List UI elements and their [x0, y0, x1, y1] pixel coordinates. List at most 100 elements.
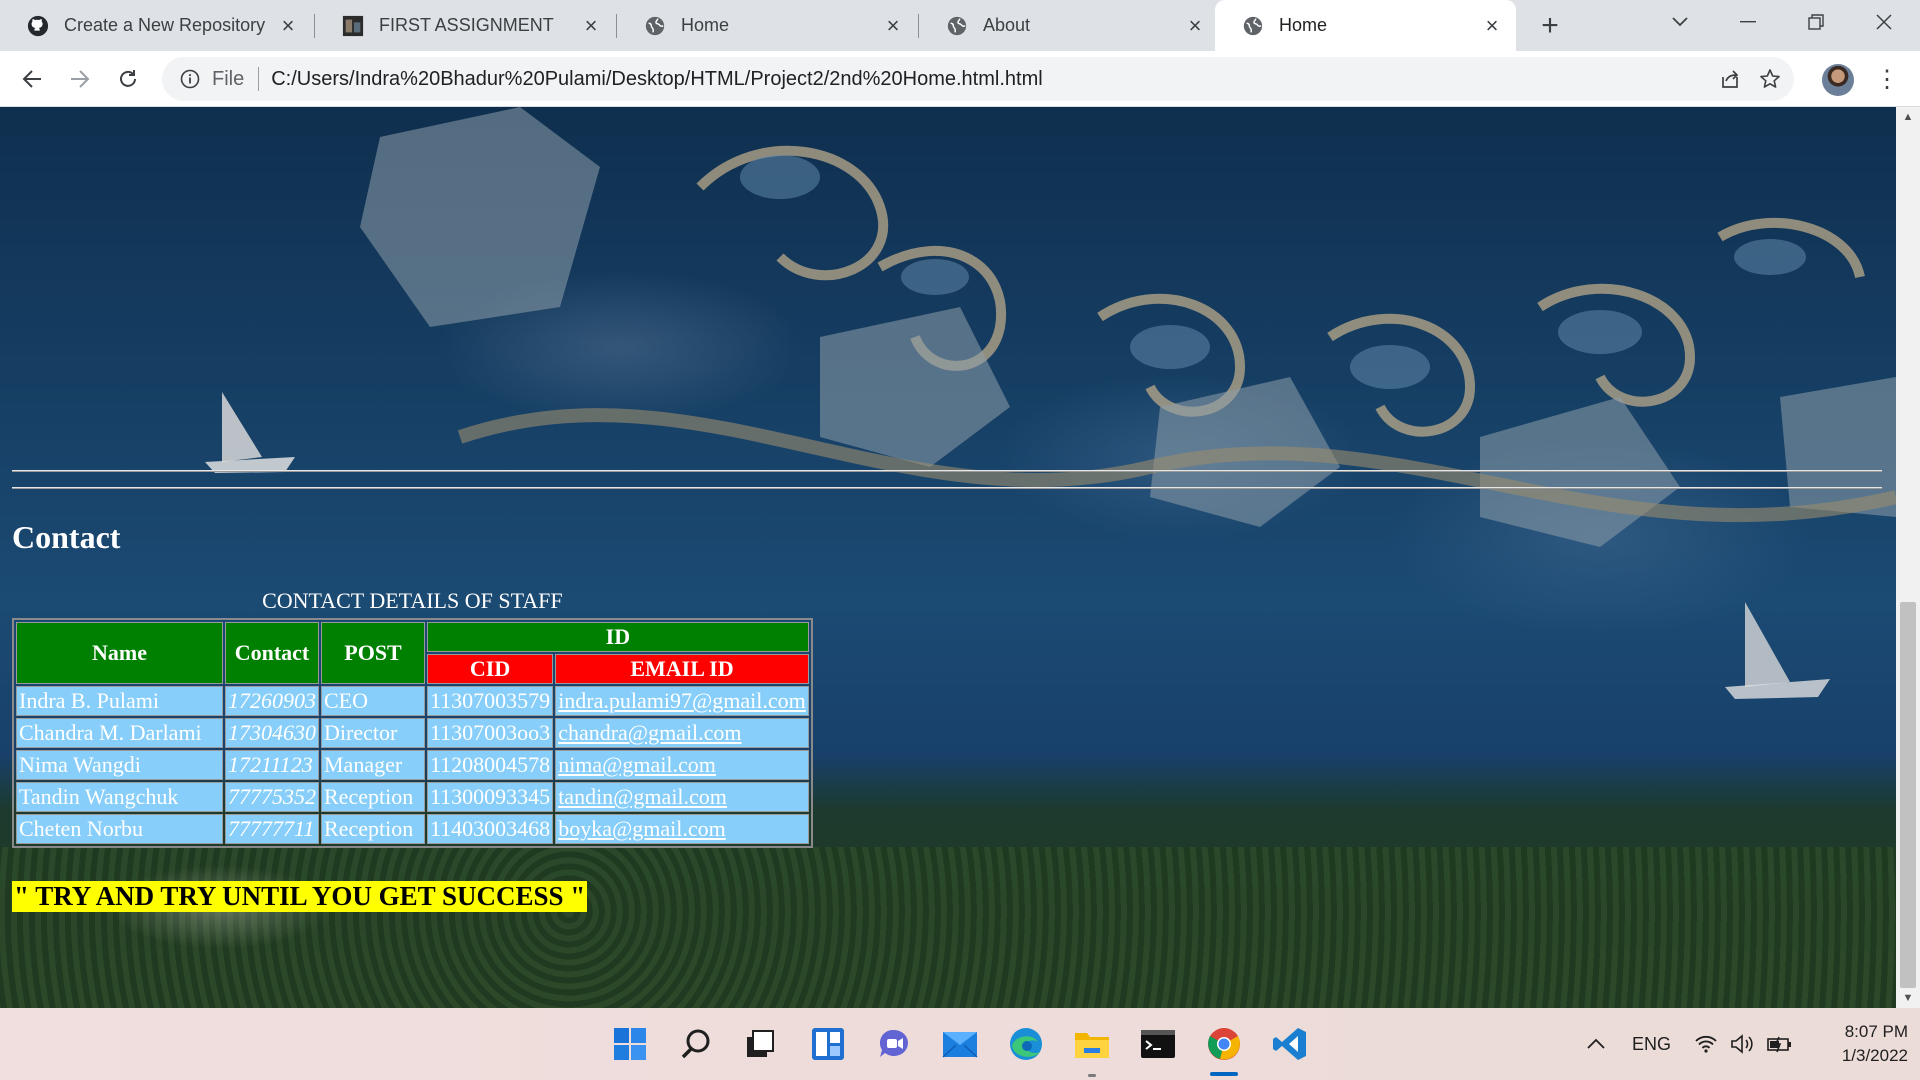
info-icon[interactable] [180, 68, 202, 90]
minimize-button[interactable] [1718, 0, 1778, 44]
cell-name: Cheten Norbu [16, 814, 223, 844]
active-app-indicator [1210, 1072, 1238, 1076]
email-link[interactable]: indra.pulami97@gmail.com [558, 688, 806, 713]
cell-email: chandra@gmail.com [555, 718, 809, 748]
close-icon[interactable]: × [1480, 13, 1504, 38]
cell-name: Indra B. Pulami [16, 686, 223, 716]
header-id: ID [427, 622, 809, 652]
tab-about[interactable]: About × [919, 0, 1219, 51]
back-button[interactable] [14, 61, 50, 97]
mail-icon[interactable] [940, 1024, 980, 1064]
globe-icon [643, 14, 667, 38]
tab-label: About [983, 15, 1031, 35]
scroll-down-arrow-icon[interactable]: ▼ [1896, 988, 1920, 1008]
address-bar[interactable]: File C:/Users/Indra%20Bhadur%20Pulami/De… [162, 57, 1794, 101]
scheme-label: File [212, 67, 245, 90]
contact-heading: Contact [12, 519, 121, 555]
motto-banner: " TRY AND TRY UNTIL YOU GET SUCCESS " [12, 881, 588, 912]
table-row: Indra B. Pulami 17260903 CEO 11307003579… [16, 686, 809, 716]
cell-email: tandin@gmail.com [555, 782, 809, 812]
address-divider [258, 67, 260, 91]
cell-cid: 11307003oo3 [427, 718, 554, 748]
volume-icon[interactable] [1730, 1008, 1756, 1080]
cell-contact: 77777711 [225, 814, 319, 844]
teams-chat-icon[interactable] [874, 1024, 914, 1064]
cell-post: Reception [321, 782, 425, 812]
battery-charging-icon[interactable] [1766, 1008, 1794, 1080]
vscode-icon[interactable] [1270, 1024, 1310, 1064]
sailboat-left [205, 392, 295, 473]
scroll-up-arrow-icon[interactable]: ▲ [1896, 107, 1920, 127]
tab-search-chevron-icon[interactable] [1650, 0, 1710, 44]
scroll-thumb[interactable] [1900, 602, 1916, 988]
running-app-indicator [1088, 1074, 1096, 1077]
windows-taskbar: ENG 8:07 PM 1/3/2022 [0, 1008, 1920, 1080]
language-indicator[interactable]: ENG [1632, 1008, 1671, 1080]
cell-post: Manager [321, 750, 425, 780]
cell-cid: 11300093345 [427, 782, 554, 812]
share-icon[interactable] [1710, 57, 1750, 101]
email-link[interactable]: boyka@gmail.com [558, 816, 726, 841]
cell-post: Director [321, 718, 425, 748]
header-cid: CID [427, 654, 554, 684]
header-post: POST [321, 622, 425, 684]
page-scrollbar[interactable]: ▲ ▼ [1896, 107, 1920, 1008]
clock-date: 1/3/2022 [1841, 1046, 1908, 1065]
system-clock[interactable]: 8:07 PM 1/3/2022 [1796, 1020, 1908, 1068]
cell-cid: 11208004578 [427, 750, 554, 780]
new-tab-button[interactable]: + [1532, 8, 1568, 44]
email-link[interactable]: nima@gmail.com [558, 752, 716, 777]
reload-button[interactable] [110, 61, 146, 97]
header-name: Name [16, 622, 223, 684]
close-window-button[interactable] [1854, 0, 1914, 44]
file-explorer-icon[interactable] [1072, 1024, 1112, 1064]
tab-strip: Create a New Repository × FIRST ASSIGNME… [0, 0, 1920, 51]
windows-start-icon[interactable] [610, 1024, 650, 1064]
wifi-icon[interactable] [1694, 1008, 1718, 1080]
close-icon[interactable]: × [579, 13, 603, 38]
cell-email: nima@gmail.com [555, 750, 809, 780]
close-icon[interactable]: × [881, 13, 905, 38]
close-icon[interactable]: × [276, 13, 300, 38]
cell-email: boyka@gmail.com [555, 814, 809, 844]
globe-icon [1241, 14, 1265, 38]
email-link[interactable]: chandra@gmail.com [558, 720, 741, 745]
tab-label: FIRST ASSIGNMENT [379, 15, 554, 35]
table-row: Nima Wangdi 17211123 Manager 11208004578… [16, 750, 809, 780]
header-email: EMAIL ID [555, 654, 809, 684]
url-text[interactable]: C:/Users/Indra%20Bhadur%20Pulami/Desktop… [271, 68, 1042, 91]
table-row: Chandra M. Darlami 17304630 Director 113… [16, 718, 809, 748]
header-contact: Contact [225, 622, 319, 684]
bookmark-star-icon[interactable] [1750, 57, 1790, 101]
close-icon[interactable]: × [1183, 13, 1207, 38]
edge-icon[interactable] [1006, 1024, 1046, 1064]
tab-home-active[interactable]: Home × [1215, 0, 1516, 51]
globe-icon [945, 14, 969, 38]
table-caption: CONTACT DETAILS OF STAFF [262, 588, 563, 613]
email-link[interactable]: tandin@gmail.com [558, 784, 727, 809]
cell-contact: 17260903 [225, 686, 319, 716]
cell-post: Reception [321, 814, 425, 844]
tab-create-repository[interactable]: Create a New Repository × [0, 0, 312, 51]
more-menu-icon[interactable]: ⋮ [1872, 61, 1902, 97]
terminal-icon[interactable] [1138, 1024, 1178, 1064]
chrome-icon[interactable] [1204, 1024, 1244, 1064]
search-icon[interactable] [676, 1024, 716, 1064]
page-viewport: Contact CONTACT DETAILS OF STAFF Name Co… [0, 107, 1896, 1008]
sailboat-right [1725, 602, 1830, 699]
forward-button[interactable] [62, 61, 98, 97]
cell-name: Nima Wangdi [16, 750, 223, 780]
restore-button[interactable] [1786, 0, 1846, 44]
avatar[interactable] [1822, 64, 1854, 96]
show-hidden-icons-chevron-icon[interactable] [1586, 1008, 1606, 1080]
staff-contact-table: CONTACT DETAILS OF STAFF Name Contact PO… [12, 588, 813, 848]
tab-home-1[interactable]: Home × [617, 0, 917, 51]
cell-contact: 77775352 [225, 782, 319, 812]
widgets-icon[interactable] [808, 1024, 848, 1064]
tab-label: Create a New Repository [64, 15, 266, 35]
tab-first-assignment[interactable]: FIRST ASSIGNMENT × [315, 0, 615, 51]
browser-toolbar: File C:/Users/Indra%20Bhadur%20Pulami/De… [0, 51, 1920, 107]
tab-label: Home [681, 15, 730, 35]
clock-time: 8:07 PM [1844, 1022, 1908, 1041]
task-view-icon[interactable] [740, 1024, 780, 1064]
